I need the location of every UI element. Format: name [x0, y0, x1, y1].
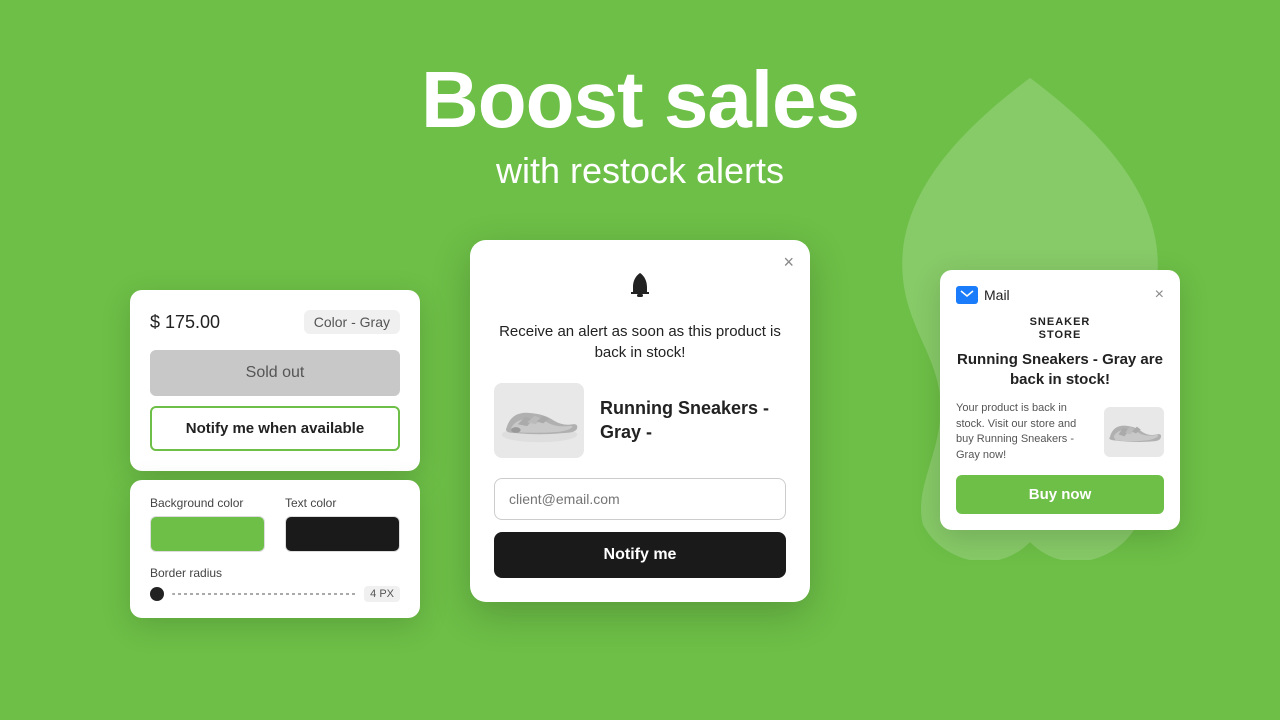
mail-label: Mail	[984, 287, 1010, 303]
mail-badge: Mail	[956, 286, 1010, 304]
modal-product-name: Running Sneakers - Gray -	[600, 397, 786, 444]
text-color-label: Text color	[285, 496, 400, 510]
bg-color-col: Background color	[150, 496, 265, 552]
email-input[interactable]	[494, 478, 786, 520]
product-card-top: $ 175.00 Color - Gray	[150, 310, 400, 334]
store-logo: SNEAKER STORE	[956, 316, 1164, 342]
slider-handle[interactable]	[150, 587, 164, 601]
cards-area: $ 175.00 Color - Gray Sold out Notify me…	[0, 240, 1280, 720]
email-body-row: Your product is back in stock. Visit our…	[956, 401, 1164, 463]
bg-color-swatch[interactable]	[150, 516, 265, 552]
email-product-image	[1104, 407, 1164, 457]
slider-value: 4 PX	[364, 586, 400, 602]
slider-row: 4 PX	[150, 586, 400, 602]
product-image	[494, 383, 584, 458]
product-widget-card: $ 175.00 Color - Gray Sold out Notify me…	[130, 290, 420, 471]
mail-icon	[956, 286, 978, 304]
customization-panel: Background color Text color Border radiu…	[130, 480, 420, 618]
modal-title: Receive an alert as soon as this product…	[494, 321, 786, 363]
email-notification-card: Mail × SNEAKER STORE Running Sneakers - …	[940, 270, 1180, 530]
bell-icon	[494, 270, 786, 309]
border-radius-label: Border radius	[150, 566, 400, 580]
color-row: Background color Text color	[150, 496, 400, 552]
notify-me-button[interactable]: Notify me	[494, 532, 786, 578]
bg-color-label: Background color	[150, 496, 265, 510]
notify-when-available-button[interactable]: Notify me when available	[150, 406, 400, 451]
buy-now-button[interactable]: Buy now	[956, 475, 1164, 514]
text-color-swatch[interactable]	[285, 516, 400, 552]
email-card-close-button[interactable]: ×	[1155, 286, 1164, 304]
restock-alert-modal: × Receive an alert as soon as this produ…	[470, 240, 810, 602]
email-headline: Running Sneakers - Gray are back in stoc…	[956, 350, 1164, 389]
text-color-col: Text color	[285, 496, 400, 552]
modal-product-row: Running Sneakers - Gray -	[494, 383, 786, 458]
border-radius-section: Border radius 4 PX	[150, 566, 400, 602]
sold-out-button: Sold out	[150, 350, 400, 396]
color-badge: Color - Gray	[304, 310, 400, 334]
product-price: $ 175.00	[150, 312, 220, 333]
email-card-header: Mail ×	[956, 286, 1164, 304]
modal-close-button[interactable]: ×	[783, 252, 794, 273]
email-body-text: Your product is back in stock. Visit our…	[956, 401, 1094, 463]
slider-track[interactable]	[172, 593, 356, 595]
